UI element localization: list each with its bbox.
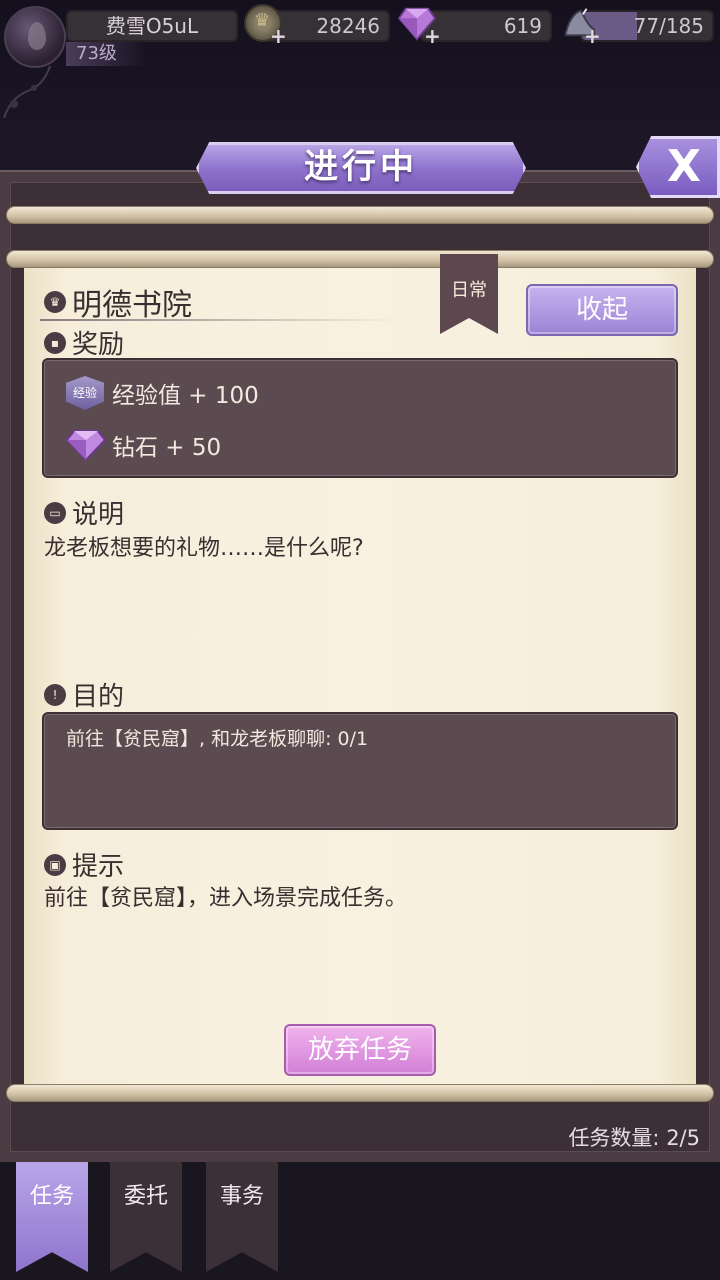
add-gold-button[interactable]: + [270, 24, 287, 48]
close-button[interactable]: X [636, 136, 720, 198]
reward-box-icon: ▪ [44, 331, 66, 354]
player-name: 费雪O5uL [66, 10, 238, 42]
reward-item-exp: 经验 经验值 + 100 [66, 376, 259, 410]
reward-panel: 经验 经验值 + 100 钻石 + 50 [42, 358, 678, 478]
reward-item-diamond: 钻石 + 50 [66, 428, 221, 462]
hint-heading: 提示 [72, 852, 125, 882]
player-level: 73级 [66, 42, 146, 66]
description-heading-row: ▭ 说明 [44, 494, 124, 531]
reward-heading: 奖励 [72, 330, 125, 360]
vine-decoration-icon [3, 65, 51, 119]
abandon-quest-button[interactable]: 放弃任务 [284, 1024, 436, 1076]
quest-description: 龙老板想要的礼物……是什么呢? [44, 536, 364, 561]
stamina-value: 77/185 [633, 14, 704, 38]
player-avatar[interactable] [4, 6, 66, 68]
diamond-value: 619 [503, 14, 542, 38]
hint-heading-row: ▣ 提示 [44, 846, 124, 883]
goal-heading: 目的 [72, 682, 125, 712]
quest-count: 任务数量: 2/5 [568, 1126, 700, 1150]
goal-objective: 前往【贫民窟】, 和龙老板聊聊: 0/1 [66, 728, 369, 750]
add-stamina-button[interactable]: + [584, 24, 601, 48]
panel-title: 进行中 [196, 142, 526, 194]
exp-badge-icon: 经验 [66, 376, 104, 410]
quest-title-row: ♛ 明德书院 [44, 280, 192, 324]
quest-hint: 前往【贫民窟】，进入场景完成任务。 [44, 886, 408, 911]
note-icon: ▣ [44, 853, 66, 876]
scroll-rod-upper [6, 250, 714, 268]
reward-exp-label: 经验值 + 100 [112, 383, 259, 409]
exclamation-icon: ! [44, 683, 66, 706]
title-divider [40, 319, 400, 321]
goal-heading-row: ! 目的 [44, 676, 124, 713]
reward-heading-row: ▪ 奖励 [44, 324, 124, 361]
quest-name: 明德书院 [72, 288, 192, 323]
scroll-rod-top [6, 206, 714, 224]
collapse-button[interactable]: 收起 [526, 284, 678, 336]
crown-icon: ♛ [44, 291, 66, 313]
gold-value: 28246 [316, 14, 380, 38]
reward-diamond-label: 钻石 + 50 [112, 435, 222, 461]
bottom-tab-bar [0, 1162, 720, 1280]
add-diamond-button[interactable]: + [424, 24, 441, 48]
book-icon: ▭ [44, 501, 66, 524]
goal-panel: 前往【贫民窟】, 和龙老板聊聊: 0/1 [42, 712, 678, 830]
description-heading: 说明 [72, 500, 125, 530]
scroll-rod-bottom [6, 1084, 714, 1102]
avatar-emblem-icon [28, 22, 46, 50]
diamond-icon [66, 430, 106, 462]
